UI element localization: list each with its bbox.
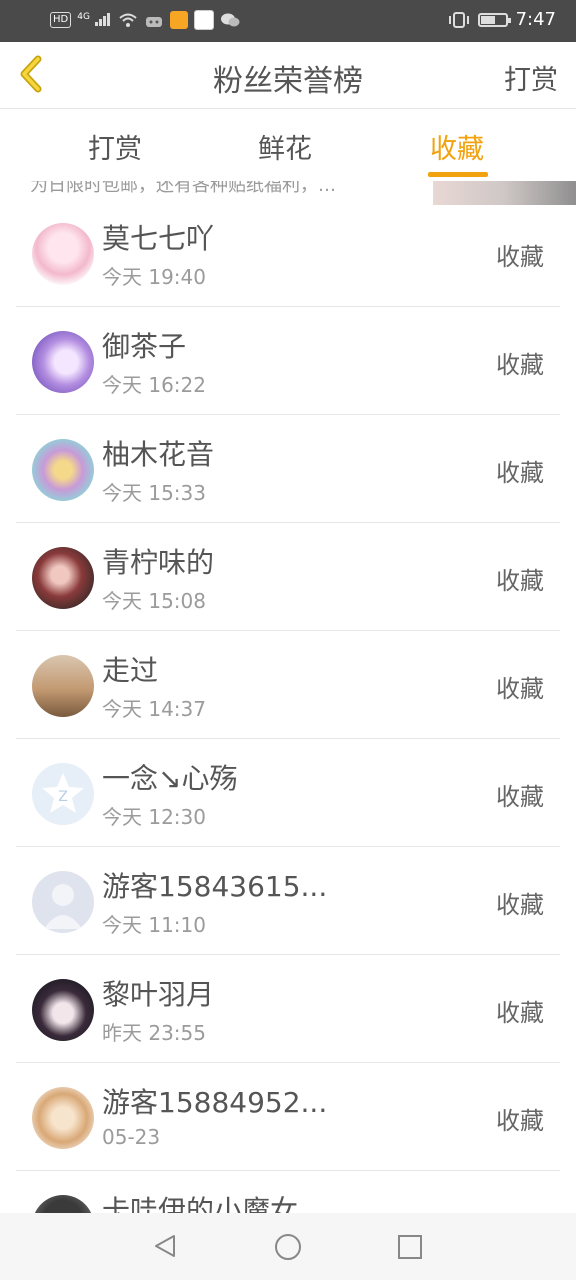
guest-avatar-icon: [44, 884, 82, 929]
action-label: 收藏: [496, 783, 544, 811]
avatar[interactable]: [32, 1087, 94, 1149]
default-avatar-icon: Z: [42, 773, 84, 813]
timestamp: 今天 15:33: [102, 481, 206, 505]
vibrate-icon: [448, 11, 469, 28]
list-item[interactable]: 游客15843615... 今天 11:10 收藏: [0, 847, 576, 955]
circle-home-icon[interactable]: [275, 1234, 301, 1260]
list-item[interactable]: Z 一念↘心殇 今天 12:30 收藏: [0, 739, 576, 847]
app-header: 粉丝荣誉榜 打赏: [0, 42, 576, 109]
tab-tip[interactable]: 打赏: [88, 127, 142, 166]
list-item[interactable]: 莫七七吖 今天 19:40 收藏: [0, 199, 576, 307]
list-item[interactable]: 走过 今天 14:37 收藏: [0, 631, 576, 739]
user-name: 莫七七吖: [102, 222, 215, 255]
hd-indicator: HD: [50, 12, 72, 28]
page-title: 粉丝荣誉榜: [213, 64, 363, 99]
avatar[interactable]: Z: [32, 763, 94, 825]
user-name: 御茶子: [102, 330, 187, 363]
action-label: 收藏: [496, 567, 544, 595]
avatar[interactable]: [32, 547, 94, 609]
action-label: 收藏: [496, 1107, 544, 1135]
avatar[interactable]: [32, 655, 94, 717]
user-name: 游客15843615...: [102, 870, 328, 903]
preview-text: 为日限时包邮，还有各种贴纸福利，…: [30, 181, 336, 196]
timestamp: 今天 16:22: [102, 373, 206, 397]
robot-app-icon: [145, 17, 162, 27]
signal-icon: [94, 12, 110, 26]
timestamp: 今天 19:40: [102, 265, 206, 289]
status-right: 7:47: [448, 9, 556, 30]
active-tab-indicator: [428, 172, 488, 177]
avatar[interactable]: [32, 223, 94, 285]
timestamp: 今天 14:37: [102, 697, 206, 721]
clock: 7:47: [515, 9, 556, 30]
avatar[interactable]: [32, 439, 94, 501]
avatar[interactable]: [32, 331, 94, 393]
avatar[interactable]: [32, 979, 94, 1041]
triangle-back-icon[interactable]: [152, 1233, 178, 1259]
user-name: 黎叶羽月: [102, 978, 215, 1011]
timestamp: 05-23: [102, 1125, 161, 1149]
svg-text:Z: Z: [58, 789, 68, 805]
wifi-icon: [119, 13, 137, 27]
user-name: 游客15884952...: [102, 1086, 328, 1119]
user-name: 走过: [102, 654, 159, 687]
tip-button[interactable]: 打赏: [504, 58, 558, 97]
user-name: 青柠味的: [102, 546, 215, 579]
timestamp: 今天 15:08: [102, 589, 206, 613]
system-nav-bar: [0, 1213, 576, 1280]
action-label: 收藏: [496, 675, 544, 703]
timestamp: 今天 11:10: [102, 913, 206, 937]
avatar[interactable]: [32, 871, 94, 933]
fan-list: 莫七七吖 今天 19:40 收藏 御茶子 今天 16:22 收藏 柚木花音 今天…: [0, 199, 576, 1279]
action-label: 收藏: [496, 999, 544, 1027]
app-notification-icon: [193, 10, 214, 30]
list-item[interactable]: 游客15884952... 05-23 收藏: [0, 1063, 576, 1171]
timestamp: 今天 12:30: [102, 805, 206, 829]
status-icons: HD 4G: [50, 10, 240, 30]
wechat-icon: [220, 13, 240, 27]
user-name: 柚木花音: [102, 438, 215, 471]
tab-favorites[interactable]: 收藏: [430, 127, 484, 166]
list-item[interactable]: 青柠味的 今天 15:08 收藏: [0, 523, 576, 631]
battery-icon: [477, 12, 511, 27]
action-label: 收藏: [496, 459, 544, 487]
status-bar: HD 4G 7:47: [0, 0, 576, 42]
action-label: 收藏: [496, 243, 544, 271]
timestamp: 昨天 23:55: [102, 1021, 206, 1045]
list-item[interactable]: 柚木花音 今天 15:33 收藏: [0, 415, 576, 523]
list-item[interactable]: 御茶子 今天 16:22 收藏: [0, 307, 576, 415]
action-label: 收藏: [496, 891, 544, 919]
tab-bar: 打赏 鲜花 收藏: [0, 109, 576, 181]
tab-flowers[interactable]: 鲜花: [258, 127, 312, 166]
signal-indicator: 4G: [77, 12, 112, 29]
square-recent-icon[interactable]: [398, 1235, 422, 1259]
action-label: 收藏: [496, 351, 544, 379]
user-name: 一念↘心殇: [102, 762, 238, 795]
app-notification-icon: [169, 11, 188, 29]
list-item[interactable]: 黎叶羽月 昨天 23:55 收藏: [0, 955, 576, 1063]
